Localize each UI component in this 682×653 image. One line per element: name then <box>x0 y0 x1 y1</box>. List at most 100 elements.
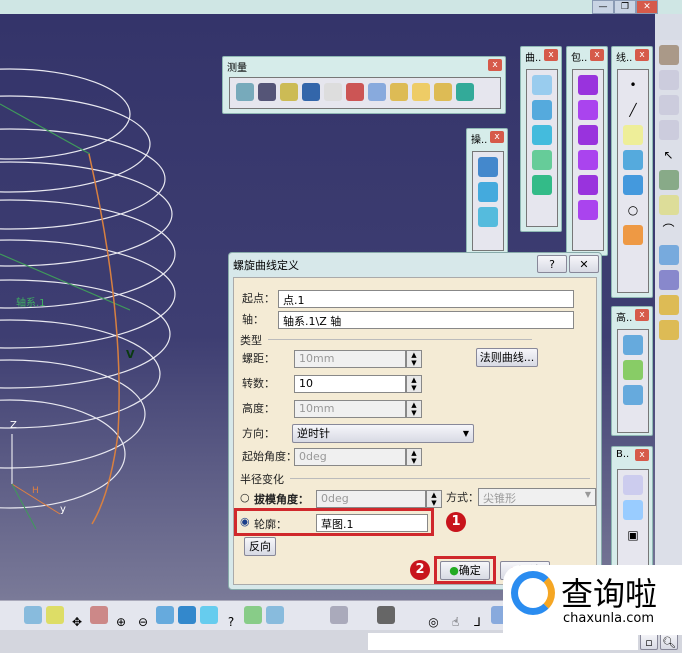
axis-icon[interactable]: ⅃ <box>469 613 487 631</box>
porcupine-icon[interactable] <box>368 83 386 101</box>
catalog-icon[interactable] <box>658 295 679 315</box>
wrap-curve-icon[interactable] <box>623 360 643 380</box>
law-icon[interactable]: ⌒ <box>659 220 679 240</box>
iso-view-icon[interactable] <box>200 606 218 624</box>
spline-icon[interactable] <box>623 175 643 195</box>
helix-definition-dialog[interactable]: 螺旋曲线定义 ? ✕ 起点： 点.1 轴： 轴系.1\Z 轴 类型 螺距： 10… <box>228 252 602 590</box>
frame-icon[interactable]: ▣ <box>623 525 643 545</box>
close-icon[interactable]: x <box>544 49 558 61</box>
helix-icon[interactable] <box>623 225 643 245</box>
groove-icon[interactable] <box>578 150 598 170</box>
taper-angle-field: 0deg <box>316 490 426 508</box>
close-icon[interactable]: x <box>590 49 604 61</box>
knowledge-icon[interactable] <box>658 320 679 340</box>
tools-icon[interactable] <box>658 245 679 265</box>
advanced-toolbar[interactable]: 高.. x <box>611 306 653 436</box>
measure-item-icon[interactable] <box>258 83 276 101</box>
hand-icon[interactable]: ☝ <box>447 613 465 631</box>
taper-radio[interactable]: ○ <box>240 491 250 504</box>
slot-icon[interactable] <box>578 200 598 220</box>
zoom-in-icon[interactable]: ⊕ <box>112 613 130 631</box>
axis-system-icon[interactable] <box>658 170 679 190</box>
copy-icon[interactable] <box>329 606 348 624</box>
curve-icon[interactable] <box>324 83 342 101</box>
close-dialog-button[interactable]: ✕ <box>569 255 599 273</box>
projection-icon[interactable] <box>623 150 643 170</box>
zoom-out-icon[interactable]: ⊖ <box>134 613 152 631</box>
shape-morph-icon[interactable] <box>623 385 643 405</box>
grid-icon[interactable] <box>658 270 679 290</box>
close-icon[interactable]: x <box>635 449 649 461</box>
swap-visible-icon[interactable] <box>244 606 262 624</box>
boolean-icon[interactable] <box>623 475 643 495</box>
reverse-button[interactable]: 反向 <box>244 537 276 556</box>
transform-icon[interactable] <box>623 500 643 520</box>
surface-icon[interactable] <box>390 83 408 101</box>
extrude-icon[interactable] <box>532 125 552 145</box>
rib-icon[interactable] <box>578 175 598 195</box>
part-design-icon[interactable] <box>658 45 679 65</box>
blend-icon[interactable] <box>532 175 552 195</box>
select-arrow-icon[interactable]: ↖ <box>659 145 679 165</box>
law-curve-button[interactable]: 法则曲线... <box>476 348 538 367</box>
normal-view-icon[interactable] <box>156 606 174 624</box>
analysis-icon[interactable] <box>302 83 320 101</box>
line-icon[interactable]: ╱ <box>623 100 643 120</box>
measure-between-icon[interactable] <box>236 83 254 101</box>
close-window-button[interactable]: ✕ <box>636 0 658 14</box>
sweep-icon[interactable] <box>532 100 552 120</box>
start-point-field[interactable]: 点.1 <box>278 290 574 308</box>
operation-toolbar[interactable]: 操.. x <box>466 128 508 254</box>
close-icon[interactable]: x <box>635 49 649 61</box>
shaft-icon[interactable] <box>578 125 598 145</box>
curvature-icon[interactable] <box>456 83 474 101</box>
status-search-icon[interactable]: 🔍︎ <box>660 633 678 650</box>
draft-icon[interactable] <box>412 83 430 101</box>
mapping-icon[interactable] <box>434 83 452 101</box>
help-button[interactable]: ? <box>537 255 567 273</box>
pan-icon[interactable]: ✥ <box>68 613 86 631</box>
render-icon[interactable] <box>266 606 284 624</box>
right-toolbar[interactable]: ↖ ⌒ <box>655 40 682 600</box>
rotate-icon[interactable] <box>90 606 108 624</box>
step-1-marker: 1 <box>446 512 466 532</box>
split-icon[interactable] <box>478 182 498 202</box>
direction-select[interactable]: 逆时针 ▼ <box>292 424 474 443</box>
fit-all-icon[interactable] <box>46 606 64 624</box>
measure-toolbar[interactable]: 测量 x <box>222 56 506 114</box>
status-button[interactable]: ▫ <box>640 633 658 650</box>
revolutions-field[interactable]: 10 <box>294 375 406 393</box>
wrap-toolbar[interactable]: 包.. x <box>566 46 608 256</box>
axis-field[interactable]: 轴系.1\Z 轴 <box>278 311 574 329</box>
close-icon[interactable]: x <box>488 59 502 71</box>
join-icon[interactable] <box>478 157 498 177</box>
plane-icon[interactable] <box>623 125 643 145</box>
curve-icon[interactable] <box>532 75 552 95</box>
multi-view-icon[interactable] <box>178 606 196 624</box>
pad-icon[interactable] <box>578 75 598 95</box>
minimize-button[interactable]: — <box>592 0 614 14</box>
axis-label: 轴： <box>242 313 264 326</box>
extract-icon[interactable] <box>478 207 498 227</box>
radius-section-label: 半径变化 <box>240 473 284 486</box>
command-input[interactable] <box>368 633 638 650</box>
cycle-icon[interactable]: ◎ <box>425 613 443 631</box>
bump-icon[interactable] <box>623 335 643 355</box>
revolutions-spinner[interactable]: ▲ ▼ <box>406 375 422 393</box>
circle-icon[interactable]: ○ <box>623 200 643 220</box>
camera-icon[interactable] <box>377 606 395 624</box>
wireframe-toolbar[interactable]: 线.. x • ╱ ○ <box>611 46 653 298</box>
sketch-icon[interactable] <box>658 195 679 215</box>
fly-mode-icon[interactable] <box>24 606 42 624</box>
hide-show-icon[interactable]: ? <box>222 613 240 631</box>
curve-toolbar[interactable]: 曲.. x <box>520 46 562 232</box>
restore-button[interactable]: ❐ <box>614 0 636 14</box>
close-icon[interactable]: x <box>635 309 649 321</box>
point-icon[interactable]: • <box>623 75 643 95</box>
fill-icon[interactable] <box>532 150 552 170</box>
watermark-url: chaxunla.com <box>563 611 654 626</box>
connect-icon[interactable] <box>346 83 364 101</box>
inertia-icon[interactable] <box>280 83 298 101</box>
close-icon[interactable]: x <box>490 131 504 143</box>
pocket-icon[interactable] <box>578 100 598 120</box>
